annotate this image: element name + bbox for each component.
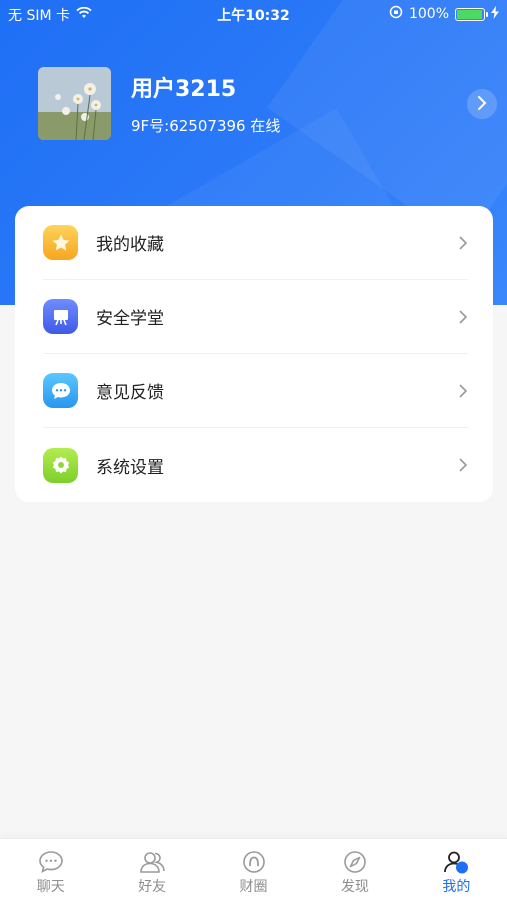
charging-icon bbox=[491, 5, 499, 23]
presentation-icon bbox=[43, 299, 78, 334]
user-profile[interactable]: 用户3215 9F号:62507396 在线 bbox=[38, 67, 280, 140]
tab-wealth-circle[interactable]: 财圈 bbox=[203, 839, 304, 900]
tab-label: 我的 bbox=[442, 879, 471, 895]
friends-icon bbox=[140, 852, 165, 873]
tab-chat[interactable]: 聊天 bbox=[0, 839, 101, 900]
gear-icon bbox=[43, 447, 78, 483]
menu-item-settings[interactable]: 系统设置 bbox=[43, 428, 468, 502]
profile-icon bbox=[444, 851, 469, 874]
tab-label: 发现 bbox=[340, 879, 369, 895]
tab-bar: 聊天 好友 财圈 发现 我的 bbox=[0, 838, 507, 900]
chat-icon bbox=[38, 851, 63, 874]
tab-label: 聊天 bbox=[36, 879, 65, 895]
tab-friends[interactable]: 好友 bbox=[101, 839, 202, 900]
chevron-right-icon bbox=[459, 309, 468, 324]
chevron-right-icon bbox=[459, 458, 468, 472]
user-name: 用户3215 bbox=[131, 77, 237, 102]
menu-label: 系统设置 bbox=[96, 457, 164, 478]
menu-card: 我的收藏 安全学堂 意见反馈 系统设置 bbox=[15, 206, 493, 502]
tab-label: 财圈 bbox=[239, 879, 268, 895]
avatar[interactable] bbox=[38, 67, 111, 140]
battery-icon bbox=[455, 7, 488, 21]
tab-label: 好友 bbox=[138, 879, 167, 895]
tab-discover[interactable]: 发现 bbox=[304, 839, 405, 900]
menu-label: 我的收藏 bbox=[96, 235, 164, 255]
menu-item-security[interactable]: 安全学堂 bbox=[43, 280, 468, 354]
battery-percent: 100% bbox=[408, 6, 449, 22]
circle-icon bbox=[242, 851, 265, 873]
tab-me[interactable]: 我的 bbox=[406, 839, 507, 900]
profile-detail-button[interactable] bbox=[467, 89, 497, 119]
chevron-right-icon bbox=[459, 235, 468, 250]
menu-label: 安全学堂 bbox=[96, 309, 164, 329]
chevron-right-icon bbox=[459, 383, 468, 398]
menu-label: 意见反馈 bbox=[96, 383, 164, 403]
chevron-right-icon bbox=[477, 95, 487, 114]
chat-bubble-icon bbox=[43, 373, 78, 408]
compass-icon bbox=[344, 851, 366, 873]
star-icon bbox=[43, 225, 78, 260]
status-bar: 无 SIM 卡 上午10:32 100% bbox=[0, 0, 507, 28]
user-id-status: 9F号:62507396 在线 bbox=[131, 117, 281, 135]
menu-item-favorites[interactable]: 我的收藏 bbox=[43, 206, 468, 280]
menu-item-feedback[interactable]: 意见反馈 bbox=[43, 354, 468, 428]
orientation-lock-icon bbox=[389, 5, 403, 23]
